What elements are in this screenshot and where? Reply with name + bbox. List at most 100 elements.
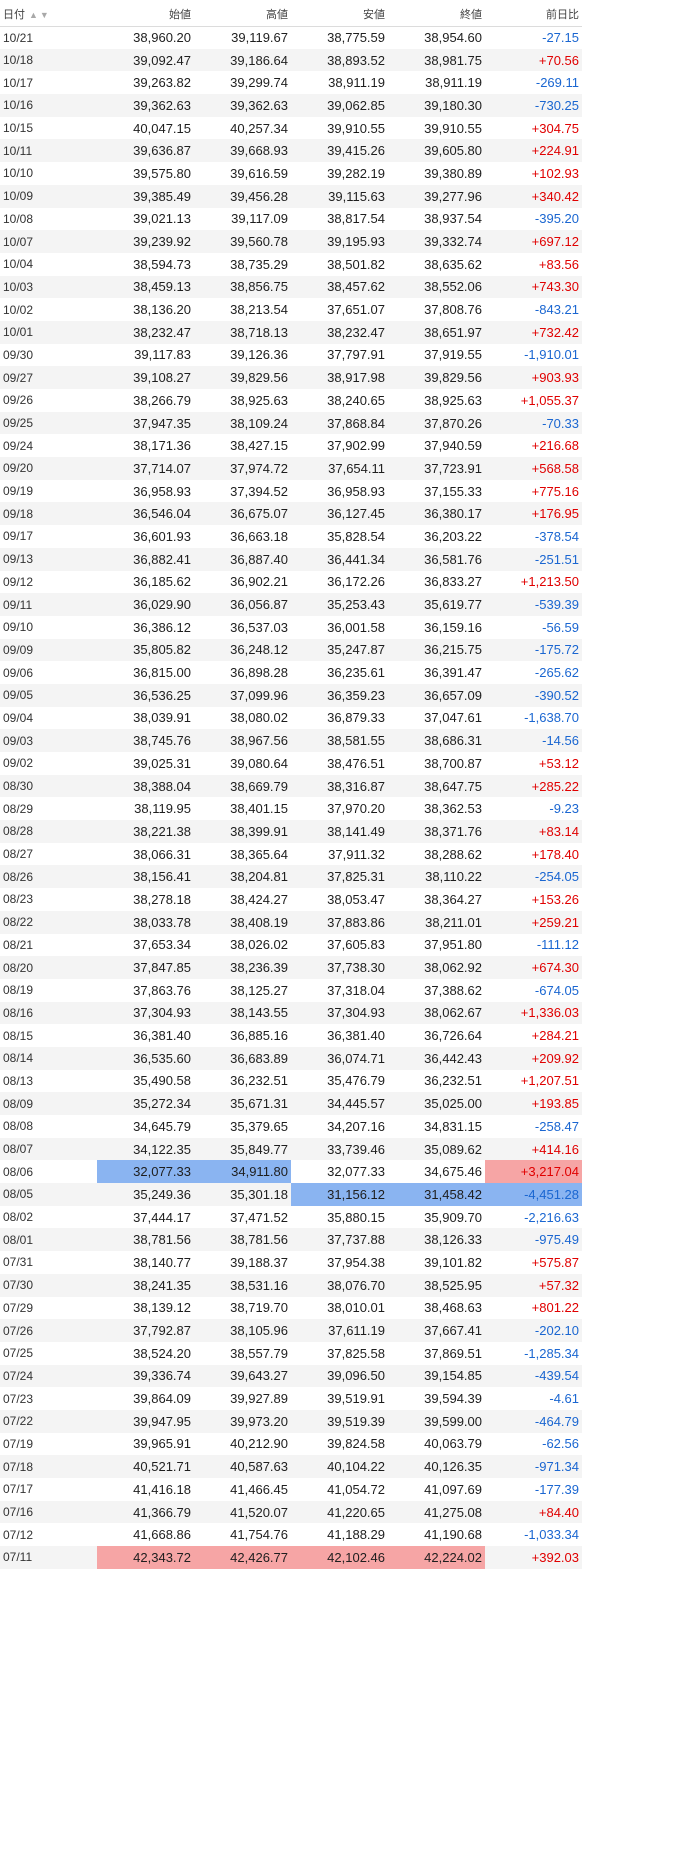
cell-date: 10/10: [0, 162, 97, 185]
table-row: 10/21 38,960.20 39,119.67 38,775.59 38,954.6…: [0, 26, 582, 49]
cell-close: 38,635.62: [388, 252, 485, 276]
cell-high: 38,718.13: [194, 320, 291, 344]
cell-high: 35,849.77: [194, 1137, 291, 1161]
cell-open: 36,535.60: [97, 1046, 194, 1070]
cell-open: 34,645.79: [97, 1115, 194, 1138]
sort-arrows-icon[interactable]: ▲▼: [29, 10, 51, 20]
cell-close: 35,909.70: [388, 1205, 485, 1229]
table-row: 09/03 38,745.76 38,967.56 38,581.55 38,686.3…: [0, 729, 582, 752]
cell-date: 07/25: [0, 1341, 97, 1365]
column-header-close[interactable]: 終値: [388, 2, 485, 27]
cell-change: +83.14: [485, 820, 582, 843]
cell-high: 38,719.70: [194, 1296, 291, 1320]
table-row: 07/22 39,947.95 39,973.20 39,519.39 39,599.0…: [0, 1409, 582, 1433]
cell-close: 38,686.31: [388, 729, 485, 752]
table-row: 09/19 36,958.93 37,394.52 36,958.93 37,155.3…: [0, 479, 582, 503]
column-header-date[interactable]: 日付 ▲▼: [0, 2, 97, 27]
cell-close: 38,925.63: [388, 389, 485, 412]
cell-close: 37,667.41: [388, 1319, 485, 1342]
cell-open: 39,864.09: [97, 1387, 194, 1410]
cell-close: 38,288.62: [388, 842, 485, 866]
cell-low: 38,775.59: [291, 26, 388, 49]
cell-high: 38,531.16: [194, 1273, 291, 1297]
table-row: 07/16 41,366.79 41,520.07 41,220.65 41,275.0…: [0, 1500, 582, 1524]
cell-open: 39,021.13: [97, 207, 194, 231]
cell-date: 07/23: [0, 1387, 97, 1410]
cell-date: 09/17: [0, 525, 97, 548]
cell-open: 38,524.20: [97, 1341, 194, 1365]
cell-change: -177.39: [485, 1478, 582, 1501]
cell-high: 41,520.07: [194, 1500, 291, 1524]
cell-low: 38,893.52: [291, 48, 388, 72]
cell-date: 10/08: [0, 207, 97, 231]
table-row: 07/19 39,965.91 40,212.90 39,824.58 40,063.7…: [0, 1432, 582, 1456]
table-row: 07/11 42,343.72 42,426.77 42,102.46 42,224.0…: [0, 1546, 582, 1569]
cell-close: 37,808.76: [388, 298, 485, 321]
table-row: 08/13 35,490.58 36,232.51 35,476.79 36,232.5…: [0, 1069, 582, 1093]
cell-open: 39,336.74: [97, 1364, 194, 1388]
close-header-label: 終値: [460, 8, 482, 21]
cell-close: 36,833.27: [388, 570, 485, 594]
date-header-label: 日付: [3, 8, 25, 21]
cell-open: 38,266.79: [97, 389, 194, 412]
cell-date: 08/23: [0, 888, 97, 911]
cell-close: 36,380.17: [388, 502, 485, 526]
table-row: 08/21 37,653.34 38,026.02 37,605.83 37,951.8…: [0, 933, 582, 957]
cell-close: 35,089.62: [388, 1137, 485, 1161]
cell-low: 39,910.55: [291, 116, 388, 140]
cell-date: 07/18: [0, 1455, 97, 1478]
cell-close: 39,829.56: [388, 366, 485, 389]
cell-close: 38,062.67: [388, 1001, 485, 1025]
cell-close: 38,911.19: [388, 71, 485, 95]
table-row: 08/29 38,119.95 38,401.15 37,970.20 38,362.5…: [0, 797, 582, 821]
cell-change: +340.42: [485, 184, 582, 208]
cell-close: 35,619.77: [388, 593, 485, 616]
column-header-high[interactable]: 高値: [194, 2, 291, 27]
cell-open: 38,278.18: [97, 888, 194, 911]
cell-low: 38,316.87: [291, 774, 388, 798]
cell-close: 41,275.08: [388, 1500, 485, 1524]
cell-open: 35,272.34: [97, 1092, 194, 1115]
cell-low: 37,738.30: [291, 956, 388, 979]
column-header-low[interactable]: 安値: [291, 2, 388, 27]
cell-low: 36,001.58: [291, 615, 388, 639]
cell-date: 09/11: [0, 593, 97, 616]
table-row: 10/02 38,136.20 38,213.54 37,651.07 37,808.7…: [0, 298, 582, 321]
cell-high: 39,643.27: [194, 1364, 291, 1388]
cell-low: 36,381.40: [291, 1024, 388, 1047]
column-header-change[interactable]: 前日比: [485, 2, 582, 27]
cell-high: 38,080.02: [194, 706, 291, 730]
cell-low: 38,917.98: [291, 366, 388, 389]
cell-low: 39,519.91: [291, 1387, 388, 1410]
cell-high: 38,735.29: [194, 252, 291, 276]
cell-change: -4.61: [485, 1387, 582, 1410]
cell-high: 39,117.09: [194, 207, 291, 231]
cell-change: -390.52: [485, 683, 582, 707]
cell-date: 10/03: [0, 275, 97, 299]
cell-change: -202.10: [485, 1319, 582, 1342]
cell-high: 41,754.76: [194, 1523, 291, 1547]
cell-close: 40,063.79: [388, 1432, 485, 1456]
cell-close: 39,154.85: [388, 1364, 485, 1388]
cell-change: +304.75: [485, 116, 582, 140]
cell-change: -1,638.70: [485, 706, 582, 730]
cell-close: 39,594.39: [388, 1387, 485, 1410]
cell-date: 08/13: [0, 1069, 97, 1093]
cell-date: 08/08: [0, 1115, 97, 1138]
cell-change: +732.42: [485, 320, 582, 344]
cell-open: 39,239.92: [97, 230, 194, 253]
cell-low: 31,156.12: [291, 1183, 388, 1206]
cell-change: -70.33: [485, 411, 582, 435]
cell-high: 38,365.64: [194, 842, 291, 866]
cell-close: 38,647.75: [388, 774, 485, 798]
cell-date: 09/13: [0, 547, 97, 571]
table-row: 07/12 41,668.86 41,754.76 41,188.29 41,190.6…: [0, 1523, 582, 1547]
table-row: 09/17 36,601.93 36,663.18 35,828.54 36,203.2…: [0, 525, 582, 548]
table-row: 08/01 38,781.56 38,781.56 37,737.88 38,126.3…: [0, 1228, 582, 1252]
cell-low: 37,318.04: [291, 978, 388, 1002]
cell-open: 37,714.07: [97, 457, 194, 480]
cell-change: -975.49: [485, 1228, 582, 1252]
column-header-open[interactable]: 始値: [97, 2, 194, 27]
cell-close: 37,951.80: [388, 933, 485, 957]
cell-close: 36,442.43: [388, 1046, 485, 1070]
